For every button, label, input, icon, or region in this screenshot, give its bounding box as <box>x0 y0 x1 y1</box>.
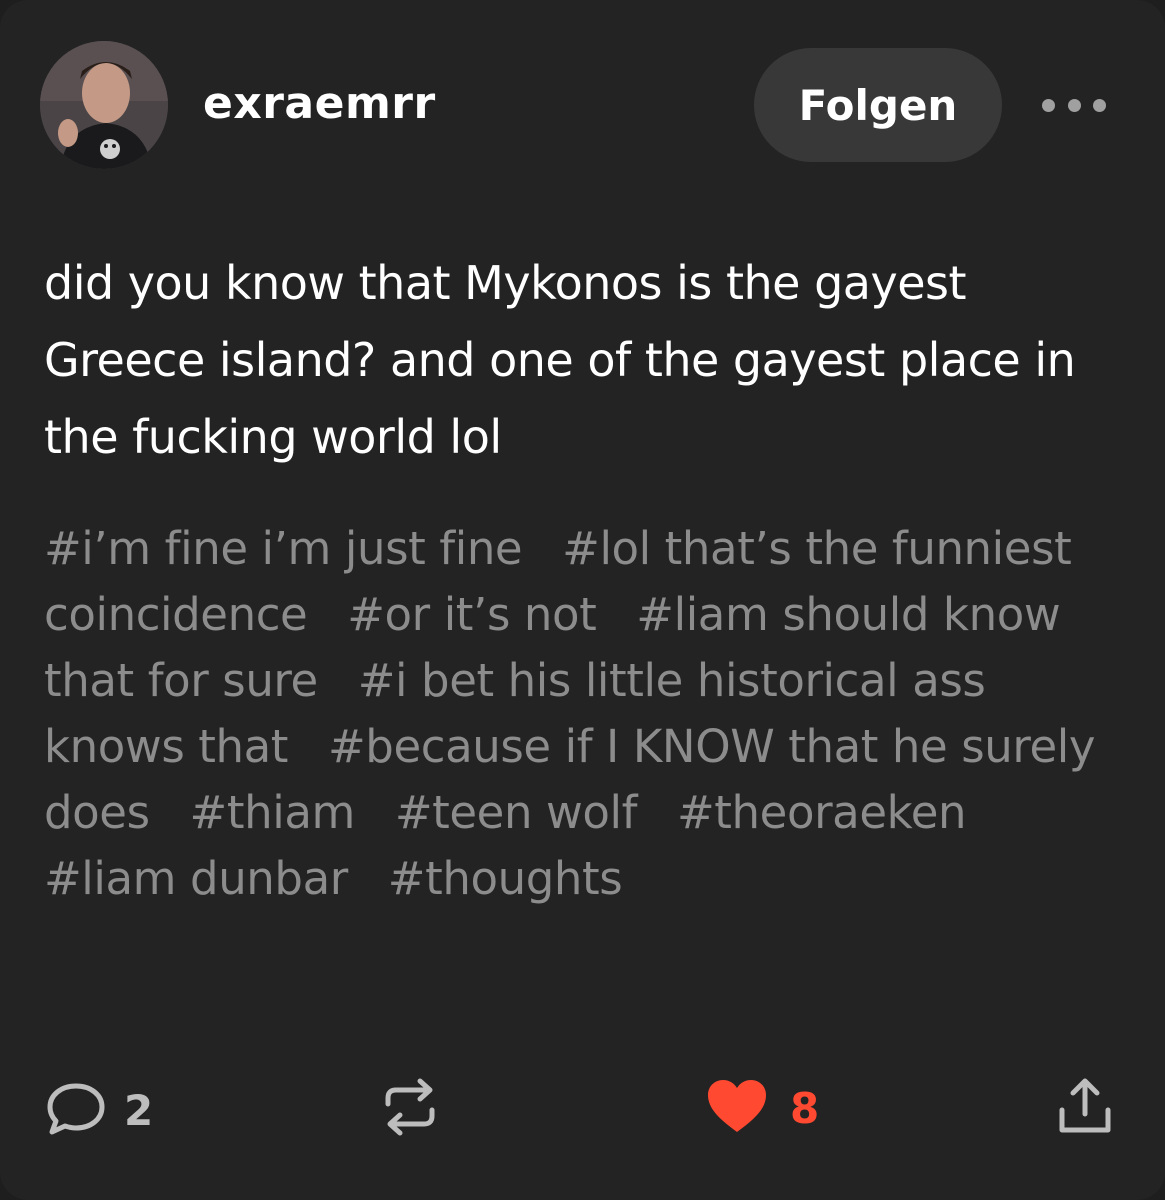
reply-bubble-icon <box>44 1080 108 1140</box>
like-button[interactable]: 8 <box>706 1078 819 1138</box>
more-dots-icon[interactable] <box>1042 90 1106 120</box>
post-card: exraemrr Folgen did you know that Mykono… <box>0 0 1165 1200</box>
post-text: did you know that Mykonos is the gayest … <box>44 256 1076 464</box>
reblog-icon <box>378 1078 442 1144</box>
tag-link[interactable]: #thoughts <box>388 852 623 905</box>
tag-link[interactable]: #liam dunbar <box>44 852 348 905</box>
share-icon <box>1054 1078 1116 1140</box>
tag-link[interactable]: #teen wolf <box>395 786 638 839</box>
like-count: 8 <box>790 1083 820 1133</box>
reblog-button[interactable] <box>378 1074 442 1144</box>
heart-icon <box>706 1078 768 1138</box>
username[interactable]: exraemrr <box>203 78 436 129</box>
post-actions: 2 8 <box>0 1060 1165 1160</box>
tag-link[interactable]: #or it’s not <box>347 588 597 641</box>
dot <box>1067 98 1081 112</box>
tag-list: #i’m fine i’m just fine #lol that’s the … <box>44 516 1124 912</box>
reply-count: 2 <box>124 1085 154 1135</box>
avatar[interactable] <box>40 41 168 169</box>
tag-link[interactable]: #thiam <box>190 786 356 839</box>
share-button[interactable] <box>1054 1076 1116 1140</box>
dot <box>1093 98 1106 112</box>
dot <box>1042 98 1055 112</box>
tag-link[interactable]: #theoraeken <box>677 786 967 839</box>
reply-button[interactable]: 2 <box>44 1080 153 1140</box>
tag-link[interactable]: #i’m fine i’m just fine <box>44 522 523 575</box>
follow-button[interactable]: Folgen <box>754 48 1002 162</box>
